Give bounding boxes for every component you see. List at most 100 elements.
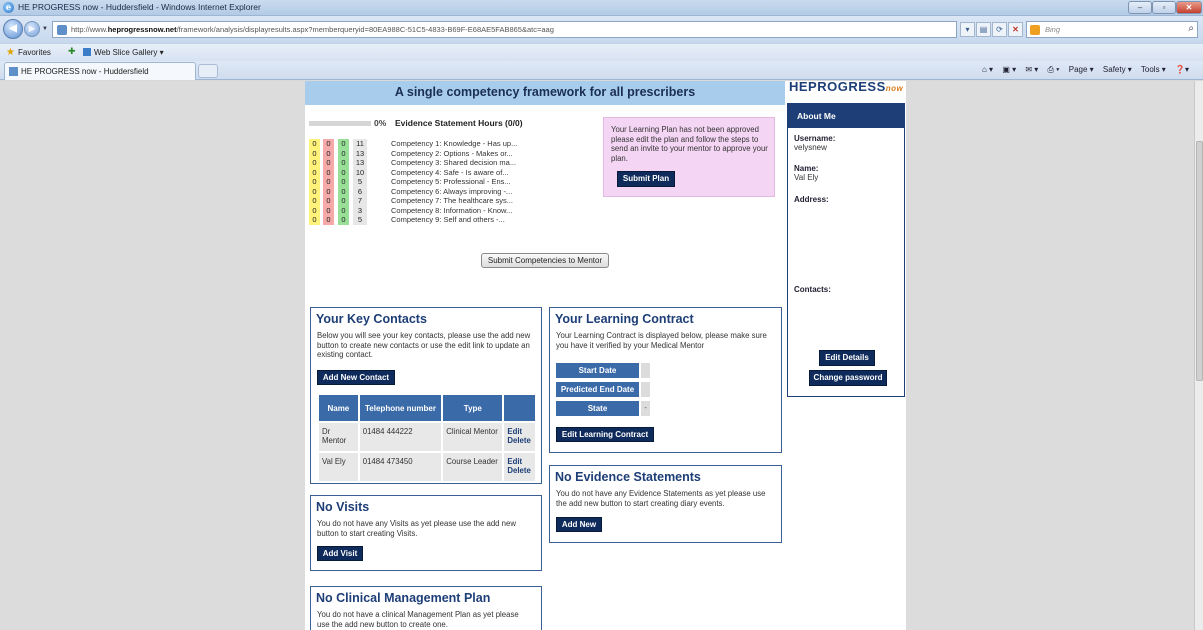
competency-green-count: 0: [338, 177, 349, 187]
change-password-button[interactable]: Change password: [809, 370, 887, 386]
plan-notice-text: Your Learning Plan has not been approved…: [611, 125, 768, 163]
address-toolbar: ◀ ▶ ▼ http://www.heprogressnow.net/frame…: [0, 16, 1203, 43]
submit-competencies-button[interactable]: Submit Competencies to Mentor: [481, 253, 609, 268]
learning-contract-intro: Your Learning Contract is displayed belo…: [556, 331, 767, 350]
close-window-button[interactable]: ✕: [1176, 1, 1202, 14]
site-favicon-icon: [57, 25, 67, 35]
favorites-button[interactable]: Favorites: [18, 48, 51, 57]
competency-name-link[interactable]: Competency 2: Options - Makes or...: [391, 149, 513, 159]
competency-row: 0 0 0 13 Competency 3: Shared decision ma...: [309, 158, 569, 168]
end-date-value: [641, 382, 650, 397]
address-dropdown-icon[interactable]: ▾: [960, 22, 975, 37]
username-label: Username:: [794, 134, 836, 143]
competency-yellow-count: 0: [309, 148, 320, 158]
delete-contact-link[interactable]: Delete: [507, 466, 532, 475]
competency-row: 0 0 0 7 Competency 7: The healthcare sys...: [309, 196, 569, 206]
minimize-button[interactable]: –: [1128, 1, 1152, 14]
search-icon[interactable]: ⌕: [1188, 23, 1194, 34]
address-url[interactable]: http://www.heprogressnow.net/framework/a…: [71, 25, 554, 34]
add-new-contact-button[interactable]: Add New Contact: [317, 370, 395, 385]
edit-contact-link[interactable]: Edit: [507, 457, 532, 466]
competency-red-count: 0: [323, 139, 334, 149]
contact-type: Course Leader: [443, 453, 503, 481]
page-viewport: A single competency framework for all pr…: [0, 81, 1203, 630]
tab-label: HE PROGRESS now - Huddersfield: [21, 67, 149, 76]
command-bar: ⌂ ▾ ▣ ▾ ✉ ▾ ⎙ ▾ Page ▾ Safety ▾ Tools ▾ …: [982, 65, 1196, 75]
add-new-evidence-button[interactable]: Add New: [556, 517, 602, 532]
start-date-value: [641, 363, 650, 378]
safety-menu[interactable]: Safety ▾: [1103, 65, 1132, 74]
clinical-plan-panel: No Clinical Management Plan You do not h…: [310, 586, 542, 630]
feeds-icon[interactable]: ▣ ▾: [1002, 65, 1016, 74]
web-slice-gallery-link[interactable]: Web Slice Gallery ▾: [83, 48, 164, 57]
edit-details-button[interactable]: Edit Details: [819, 350, 875, 366]
competency-yellow-count: 0: [309, 196, 320, 206]
edit-contact-link[interactable]: Edit: [507, 427, 532, 436]
forward-arrow-icon[interactable]: ▶: [24, 21, 40, 37]
favorites-star-icon[interactable]: ★: [6, 47, 15, 58]
column-header-telephone: Telephone number: [359, 395, 442, 421]
window-titlebar: e HE PROGRESS now - Huddersfield - Windo…: [0, 0, 1203, 16]
ie-logo-icon: e: [3, 2, 14, 13]
compatibility-view-icon[interactable]: ▤: [976, 22, 991, 37]
add-visit-button[interactable]: Add Visit: [317, 546, 363, 561]
contact-actions: Edit Delete: [504, 423, 535, 451]
competency-name-link[interactable]: Competency 4: Safe - Is aware of...: [391, 168, 509, 178]
scrollbar-thumb[interactable]: [1196, 141, 1203, 381]
competency-red-count: 0: [323, 177, 334, 187]
visits-panel: No Visits You do not have any Visits as …: [310, 495, 542, 571]
competency-name-link[interactable]: Competency 3: Shared decision ma...: [391, 158, 516, 168]
competency-name-link[interactable]: Competency 8: Information - Know...: [391, 206, 512, 216]
add-favorite-icon[interactable]: ✚: [68, 46, 76, 57]
stop-icon[interactable]: ✕: [1008, 22, 1023, 37]
start-date-label: Start Date: [556, 363, 639, 378]
search-placeholder: Bing: [1045, 25, 1061, 34]
competency-row: 0 0 0 10 Competency 4: Safe - Is aware of...: [309, 167, 569, 178]
competency-green-count: 0: [338, 139, 349, 149]
competency-name-link[interactable]: Competency 1: Knowledge - Has up...: [391, 139, 517, 149]
back-arrow-icon[interactable]: ◀: [3, 19, 23, 39]
competency-row: 0 0 0 6 Competency 6: Always improving -...: [309, 186, 569, 197]
learning-contract-panel: Your Learning Contract Your Learning Con…: [549, 307, 782, 453]
competency-yellow-count: 0: [309, 205, 320, 215]
competency-red-count: 0: [323, 158, 334, 168]
home-icon[interactable]: ⌂ ▾: [982, 65, 993, 74]
competency-red-count: 0: [323, 186, 334, 196]
competency-total-count: 5: [353, 177, 367, 187]
heprogress-logo: HEPROGRESSnow: [789, 81, 904, 94]
competency-green-count: 0: [338, 167, 349, 177]
favorites-bar: ★ Favorites ✚ Web Slice Gallery ▾: [0, 43, 1203, 61]
delete-contact-link[interactable]: Delete: [507, 436, 532, 445]
refresh-icon[interactable]: ⟳: [992, 22, 1007, 37]
competency-row: 0 0 0 3 Competency 8: Information - Know...: [309, 205, 569, 216]
competency-yellow-count: 0: [309, 177, 320, 187]
contact-type: Clinical Mentor: [443, 423, 503, 451]
search-input[interactable]: Bing ⌕: [1026, 21, 1198, 38]
address-bar[interactable]: http://www.heprogressnow.net/framework/a…: [52, 21, 957, 38]
competency-name-link[interactable]: Competency 5: Professional - Ens...: [391, 177, 511, 187]
column-header-type: Type: [443, 395, 503, 421]
learning-contract-heading: Your Learning Contract: [555, 312, 694, 326]
competency-yellow-count: 0: [309, 167, 320, 177]
about-me-panel: About Me Username: velysnew Name: Val El…: [787, 103, 905, 397]
competency-name-link[interactable]: Competency 7: The healthcare sys...: [391, 196, 513, 206]
evidence-statements-intro: You do not have any Evidence Statements …: [556, 489, 766, 508]
page-menu[interactable]: Page ▾: [1069, 65, 1094, 74]
new-tab-button[interactable]: [198, 64, 218, 78]
edit-learning-contract-button[interactable]: Edit Learning Contract: [556, 427, 654, 442]
competency-total-count: 5: [353, 215, 367, 225]
tab-heprogress[interactable]: HE PROGRESS now - Huddersfield: [4, 62, 196, 80]
history-dropdown-icon[interactable]: ▼: [42, 26, 48, 32]
maximize-button[interactable]: ▫: [1152, 1, 1176, 14]
competency-name-link[interactable]: Competency 9: Self and others -...: [391, 215, 505, 225]
print-icon[interactable]: ⎙ ▾: [1048, 65, 1060, 74]
tools-menu[interactable]: Tools ▾: [1141, 65, 1166, 74]
competency-yellow-count: 0: [309, 186, 320, 196]
window-title: HE PROGRESS now - Huddersfield - Windows…: [18, 2, 261, 12]
page-scrollbar[interactable]: [1194, 81, 1203, 630]
help-icon[interactable]: ❓▾: [1175, 65, 1189, 74]
mail-icon[interactable]: ✉ ▾: [1025, 65, 1038, 74]
submit-plan-button[interactable]: Submit Plan: [617, 171, 675, 187]
competency-name-link[interactable]: Competency 6: Always improving -...: [391, 187, 512, 197]
web-slice-icon: [83, 48, 91, 56]
